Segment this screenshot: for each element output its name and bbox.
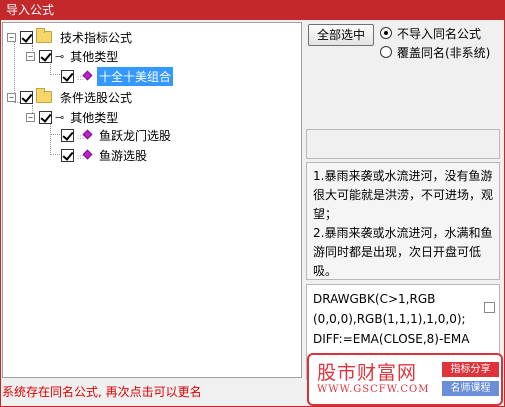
tree-node-label: 条件选股公式 <box>60 90 133 105</box>
watermark-tag: 指标分享 <box>442 362 499 377</box>
watermark-url: WWW.GSCFW.COM <box>317 384 430 395</box>
tree-connector <box>50 121 51 155</box>
tree-node-label: 鱼跃龙门选股 <box>99 128 172 143</box>
formula-icon: ::: <box>77 129 93 141</box>
collapse-icon[interactable]: − <box>7 92 16 102</box>
checkbox-yuyue-longmen[interactable] <box>61 128 74 142</box>
radio-overwrite[interactable]: 覆盖同名(非系统) <box>380 44 490 60</box>
tree-node-yuyue-longmen[interactable]: ::: 鱼跃龙门选股 <box>61 126 173 144</box>
tree-node-label: 其他类型 <box>70 110 119 125</box>
radio-label: 覆盖同名(非系统) <box>397 45 491 60</box>
tree-node-other-type-1[interactable]: − ⊸ 其他类型 <box>26 47 120 65</box>
tree-node-label: 其他类型 <box>70 49 119 64</box>
code-option-checkbox[interactable] <box>484 302 495 313</box>
collapse-icon[interactable]: − <box>26 51 35 61</box>
checkbox-other-type-1[interactable] <box>39 49 52 63</box>
folder-icon <box>36 28 52 43</box>
watermark-tag: 名师课程 <box>442 381 499 396</box>
tree-node-label: 鱼游选股 <box>99 148 148 163</box>
tree-node-label: 十全十美组合 <box>97 66 174 86</box>
formula-icon: ::: <box>77 70 93 82</box>
description-line: 2.暴雨来袭或水流进河，水满和鱼游同时都是出现，次日开盘可低吸。 <box>313 226 493 278</box>
key-icon: ⊸ <box>55 110 65 124</box>
radio-button[interactable] <box>380 46 392 58</box>
key-icon: ⊸ <box>55 49 65 63</box>
checkbox-other-type-2[interactable] <box>39 110 52 124</box>
tree-connector <box>50 154 60 155</box>
tree-node-tech-indicators[interactable]: − 技术指标公式 <box>7 28 134 46</box>
radio-button[interactable] <box>380 27 392 39</box>
formula-tree[interactable]: − 技术指标公式 − ⊸ 其他类型 ::: 十全十美组合 − 条件选股公式 − … <box>2 22 302 378</box>
checkbox-stock-selection[interactable] <box>20 90 33 104</box>
tree-connector <box>50 74 60 75</box>
site-watermark: 股市财富网 WWW.GSCFW.COM 指标分享 名师课程 <box>307 353 503 406</box>
code-line: (0,0,0),RGB(1,1,1),1,0,0); <box>313 312 466 326</box>
checkbox-yuyou[interactable] <box>61 148 74 162</box>
code-line: DIFF:=EMA(CLOSE,8)-EMA <box>313 332 470 346</box>
checkbox-tech-indicators[interactable] <box>20 30 33 44</box>
tree-node-label: 技术指标公式 <box>60 30 133 45</box>
tree-node-shiquan-combo[interactable]: ::: 十全十美组合 <box>61 66 174 86</box>
tree-node-yuyou[interactable]: ::: 鱼游选股 <box>61 146 149 164</box>
radio-label: 不导入同名公式 <box>397 26 482 41</box>
formula-description: 1.暴雨来袭或水流进河，没有鱼游很大可能就是洪涝，不可进场，观望； 2.暴雨来袭… <box>306 162 500 280</box>
watermark-title: 股市财富网 <box>317 362 418 384</box>
description-line: 1.暴雨来袭或水流进河，没有鱼游很大可能就是洪涝，不可进场，观望； <box>313 169 494 221</box>
radio-no-import[interactable]: 不导入同名公式 <box>380 25 481 41</box>
formula-icon: ::: <box>77 149 93 161</box>
checkbox-shiquan-combo[interactable] <box>61 69 74 83</box>
collapse-icon[interactable]: − <box>26 112 35 122</box>
tree-node-other-type-2[interactable]: − ⊸ 其他类型 <box>26 108 120 126</box>
tree-connector <box>50 134 60 135</box>
footer-warning: 系统存在同名公式, 再次点击可以更名 <box>2 385 202 399</box>
select-all-button[interactable]: 全部选中 <box>308 24 374 46</box>
collapse-icon[interactable]: − <box>7 32 16 42</box>
code-line: DRAWGBK(C>1,RGB <box>313 292 436 306</box>
window-title: 导入公式 <box>6 3 55 17</box>
status-panel <box>306 129 500 159</box>
folder-icon <box>36 88 52 103</box>
tree-node-stock-selection[interactable]: − 条件选股公式 <box>7 88 134 106</box>
window-title-bar[interactable]: 导入公式 <box>0 0 505 20</box>
